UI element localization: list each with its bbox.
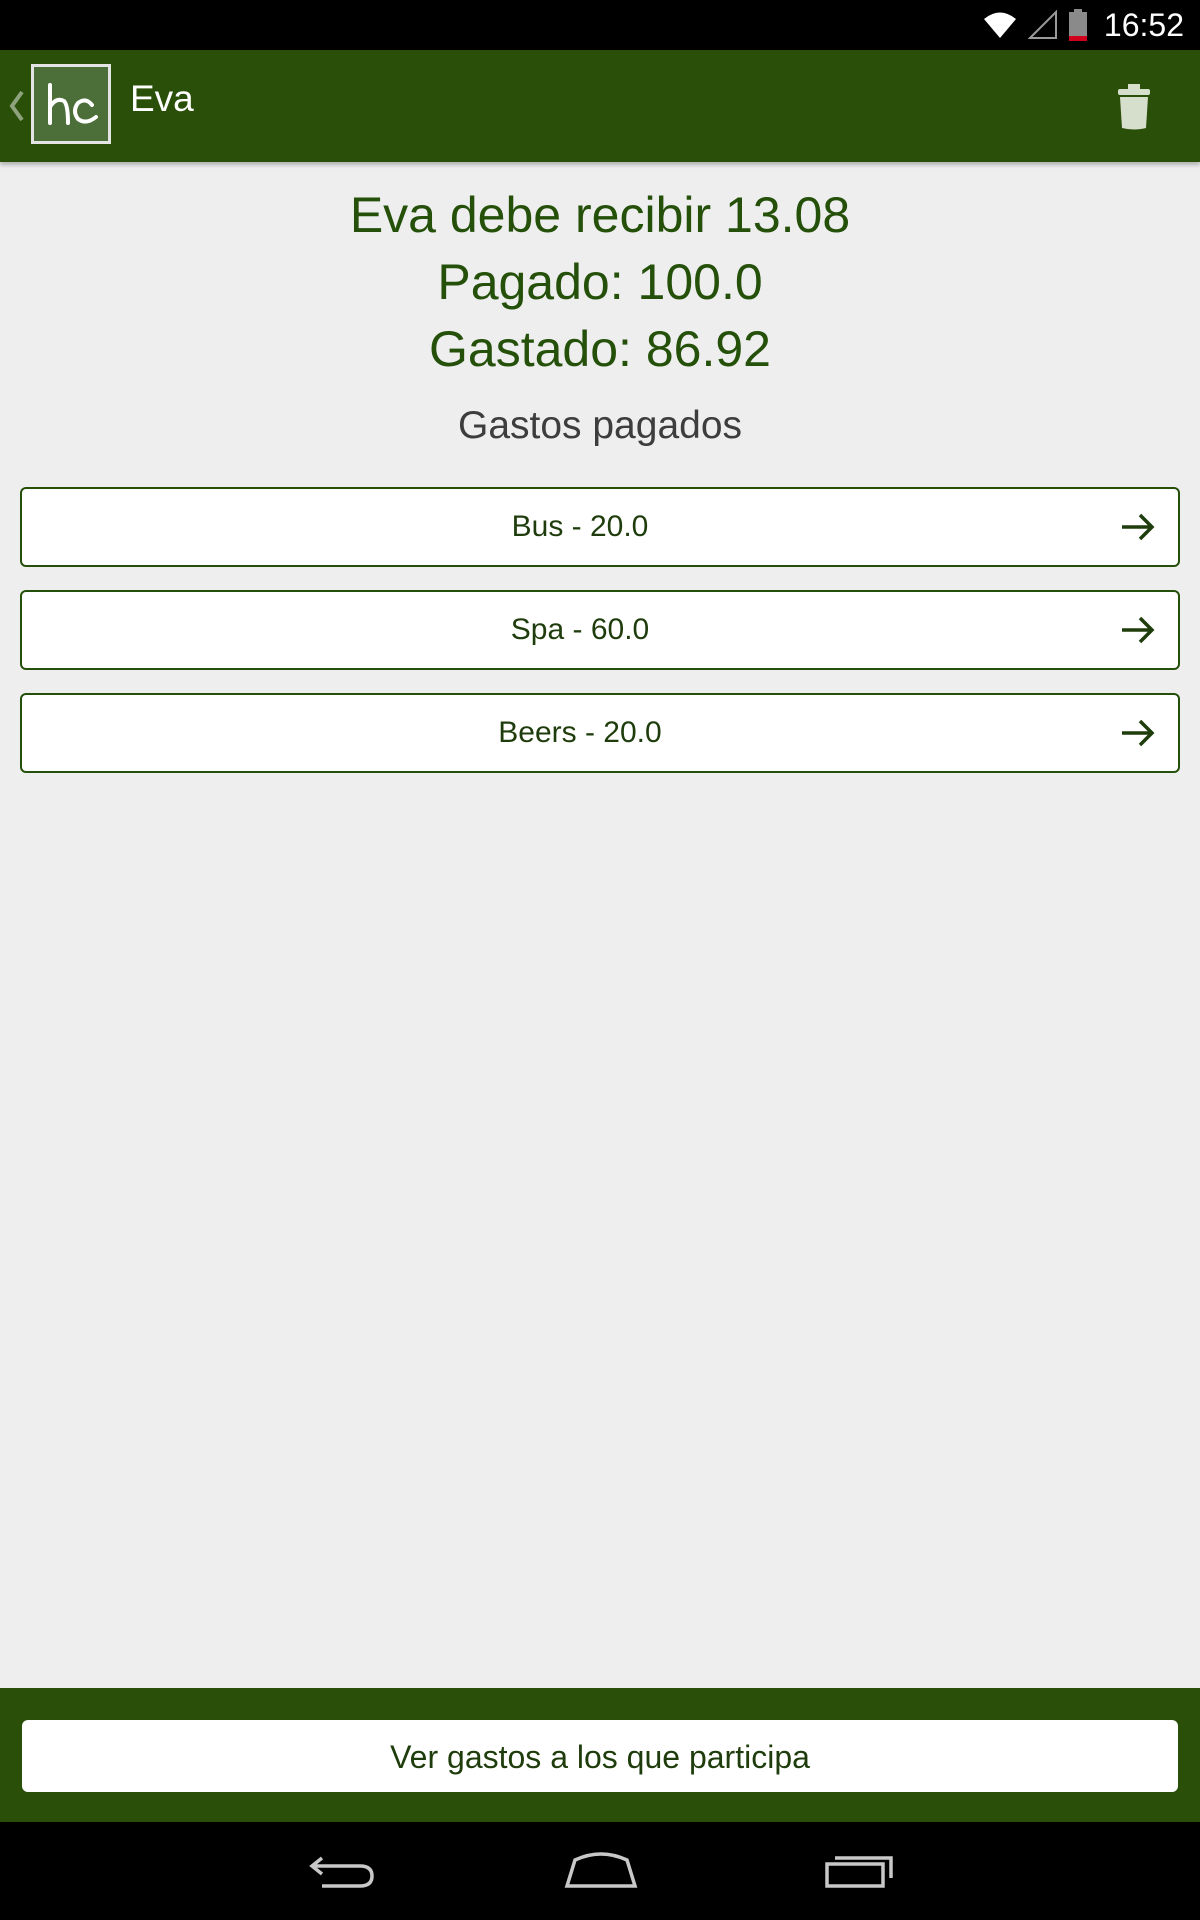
back-caret-icon[interactable] [6,86,28,126]
arrow-right-icon [1122,719,1155,747]
battery-icon [1068,9,1087,41]
status-time: 16:52 [1103,6,1184,43]
wifi-icon [983,12,1016,38]
app-logo[interactable] [31,64,111,144]
arrow-right-icon [1122,513,1155,541]
expense-label: Beers - 20.0 [498,716,662,749]
expense-label: Spa - 60.0 [510,613,650,646]
status-bar: 16:52 [0,0,1200,50]
balance-text: Eva debe recibir 13.08 [349,187,851,243]
logo-mark [48,83,98,125]
back-nav-icon [309,1856,374,1888]
recents-nav-icon [825,1856,893,1888]
status-icons: 16:52 [982,0,1184,50]
system-nav-bar [0,1822,1200,1920]
expense-item[interactable]: Beers - 20.0 [20,693,1180,773]
expense-label: Bus - 20.0 [511,510,649,543]
recents-nav-button[interactable] [814,1842,904,1898]
arrow-right-icon [1122,616,1155,644]
page-title: Eva [130,78,194,119]
paid-text: Pagado: 100.0 [437,254,763,310]
spent-text: Gastado: 86.92 [429,321,771,377]
delete-button[interactable] [1104,80,1164,134]
trash-icon [1118,84,1150,130]
home-nav-icon [564,1852,638,1888]
participating-expenses-button[interactable]: Ver gastos a los que participa [22,1720,1178,1792]
action-bar: Eva [0,50,1200,162]
signal-icon [1027,10,1057,39]
balance-summary: Eva debe recibir 13.08 Pagado: 100.0 Gas… [0,182,1200,383]
back-nav-button[interactable] [298,1842,388,1898]
expense-list: Bus - 20.0 Spa - 60.0 Beers - 20.0 [20,487,1180,796]
expense-item[interactable]: Spa - 60.0 [20,590,1180,670]
expense-item[interactable]: Bus - 20.0 [20,487,1180,567]
section-title: Gastos pagados [457,404,743,447]
home-nav-button[interactable] [556,1842,646,1898]
bottom-bar: Ver gastos a los que participa [0,1688,1200,1822]
